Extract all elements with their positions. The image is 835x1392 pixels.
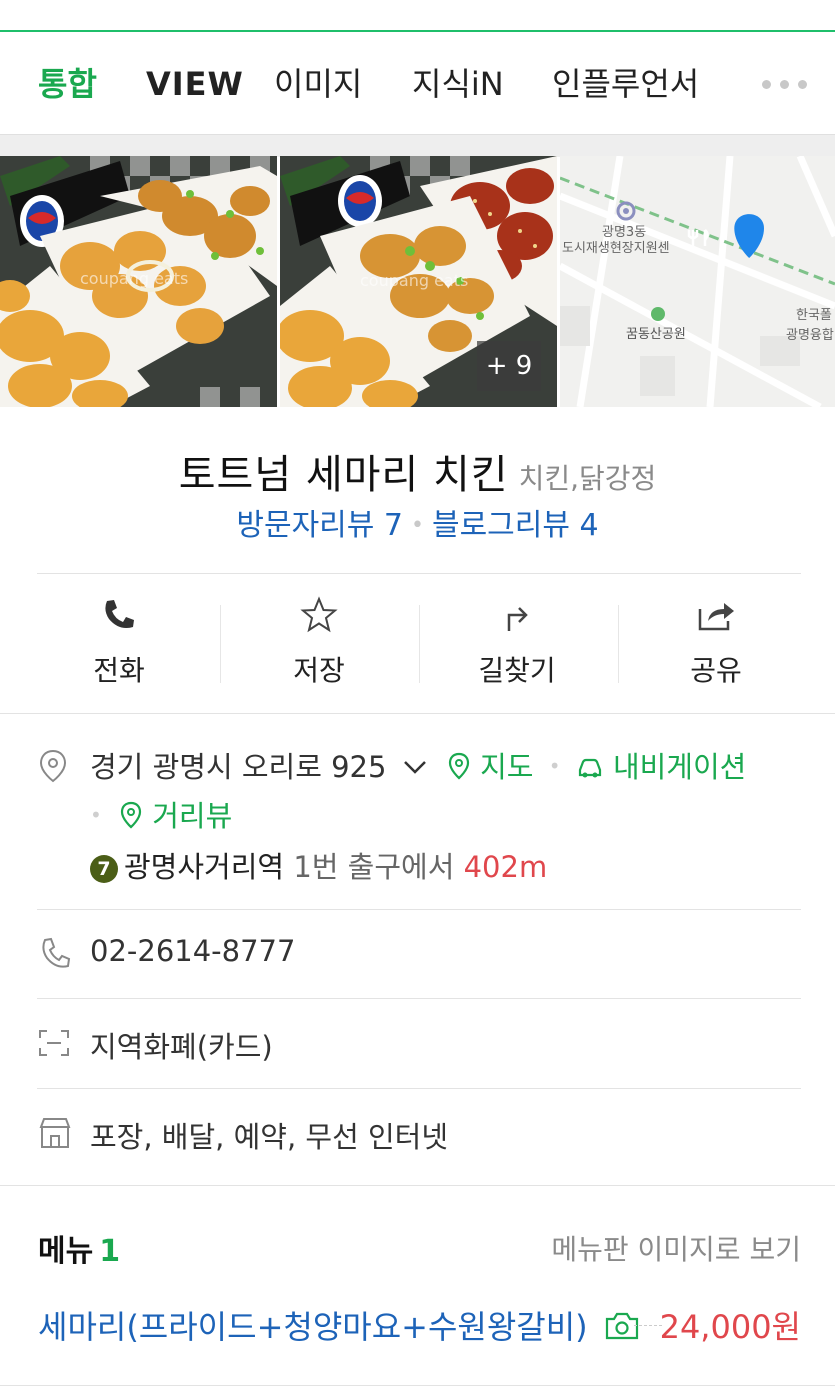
tab-view[interactable]: VIEW: [146, 62, 244, 106]
location-pin-icon: [39, 749, 67, 783]
tab-images[interactable]: 이미지: [274, 62, 362, 106]
camera-icon: [605, 1312, 638, 1340]
photo-watermark: coupang eats: [360, 271, 468, 290]
divider: [0, 713, 835, 714]
food-photo-1[interactable]: coupang eats: [0, 156, 277, 407]
blog-review-link[interactable]: 블로그리뷰 4: [432, 508, 599, 543]
address-text: 경기 광명시 오리로 925: [90, 750, 387, 784]
photo-watermark: coupang eats: [80, 269, 188, 288]
map-pin-link-icon: [448, 752, 469, 780]
tab-influencer[interactable]: 인플루언서: [552, 62, 699, 106]
menu-heading: 메뉴 1: [38, 1234, 121, 1269]
visitor-review-link[interactable]: 방문자리뷰 7: [236, 508, 403, 543]
action-separator: [419, 605, 420, 683]
separator-dot: •: [90, 803, 102, 827]
price-leader: [634, 1325, 662, 1326]
more-photos-badge[interactable]: + 9: [477, 341, 541, 391]
card-scan-icon: [39, 1030, 69, 1056]
divider: [37, 998, 801, 999]
directions-label: 길찾기: [478, 654, 556, 687]
action-separator: [220, 605, 221, 683]
menu-item-price: 24,000원: [659, 1308, 801, 1346]
tab-knowledge-in[interactable]: 지식iN: [412, 62, 504, 106]
call-button[interactable]: 전화: [20, 595, 218, 689]
separator-dot: •: [411, 513, 424, 538]
review-links: 방문자리뷰 7 • 블로그리뷰 4: [0, 500, 835, 544]
place-title-row: 토트넘 세마리 치킨 치킨,닭강정: [0, 442, 835, 500]
place-category: 치킨,닭강정: [518, 462, 657, 495]
phone-outline-icon: [42, 937, 71, 968]
map-label: 꿈동산공원: [626, 327, 686, 342]
share-icon: [698, 603, 734, 631]
star-icon: [300, 596, 338, 633]
more-tabs-icon[interactable]: [762, 74, 816, 93]
phone-icon: [105, 600, 134, 628]
divider: [0, 1385, 835, 1386]
separator-dot: •: [548, 754, 561, 778]
directions-icon: [507, 607, 528, 631]
tab-integrated[interactable]: 통합: [38, 62, 97, 106]
save-button[interactable]: 저장: [220, 595, 418, 689]
amenities: 포장, 배달, 예약, 무선 인터넷: [90, 1120, 449, 1154]
search-tabs: 통합 VIEW 이미지 지식iN 인플루언서: [38, 62, 835, 106]
map-link[interactable]: 지도: [447, 750, 543, 784]
place-name: 토트넘 세마리 치킨: [178, 452, 509, 498]
subway-line-badge: 7: [90, 855, 118, 883]
menu-item-name: 세마리(프라이드+청양마요+수원왕갈비): [38, 1308, 588, 1346]
share-button[interactable]: 공유: [617, 595, 815, 689]
save-label: 저장: [293, 654, 345, 687]
phone-number[interactable]: 02-2614-8777: [90, 934, 295, 968]
section-gap: [0, 134, 835, 157]
share-label: 공유: [690, 654, 742, 687]
divider: [0, 1185, 835, 1186]
action-bar: 전화 저장 길찾기 공유: [20, 595, 815, 690]
station-distance: 402m: [463, 850, 548, 884]
map-thumbnail[interactable]: 광명3동 도시재생현장지원센 꿈동산공원 한국폴 광명융합: [560, 156, 835, 407]
roadview-pin-icon: [120, 801, 142, 829]
station-exit: 1번 출구에서: [293, 850, 455, 884]
call-label: 전화: [93, 654, 145, 687]
payment-info: 지역화폐(카드): [90, 1030, 273, 1064]
roadview-row: • 거리뷰: [90, 793, 232, 835]
navigation-link[interactable]: 내비게이션: [576, 750, 746, 784]
subway-info: 7 광명사거리역 1번 출구에서 402m: [90, 844, 547, 886]
map-label: 광명융합: [786, 328, 834, 343]
map-label: 도시재생현장지원센: [562, 241, 670, 256]
map-label: 광명3동: [602, 225, 646, 240]
food-photo-2[interactable]: coupang eats + 9: [280, 156, 557, 407]
menu-item[interactable]: 세마리(프라이드+청양마요+수원왕갈비): [38, 1302, 640, 1348]
top-strip: [0, 0, 835, 32]
chevron-down-icon[interactable]: [402, 758, 428, 776]
store-icon: [39, 1118, 71, 1148]
map-label: 한국폴: [796, 308, 832, 323]
action-separator: [618, 605, 619, 683]
car-icon: [578, 758, 601, 778]
divider: [37, 573, 801, 574]
station-name: 광명사거리역: [124, 850, 285, 884]
divider: [37, 1088, 801, 1089]
directions-button[interactable]: 길찾기: [418, 595, 616, 689]
address-row: 경기 광명시 오리로 925 지도 • 내비게이션: [90, 744, 746, 786]
menu-count: 1: [99, 1234, 121, 1269]
photo-strip: coupang eats coupang eats + 9 광명3동 도시재생현…: [0, 156, 835, 407]
divider: [37, 909, 801, 910]
roadview-link[interactable]: 거리뷰: [119, 799, 232, 833]
menu-image-link[interactable]: 메뉴판 이미지로 보기: [551, 1228, 801, 1268]
